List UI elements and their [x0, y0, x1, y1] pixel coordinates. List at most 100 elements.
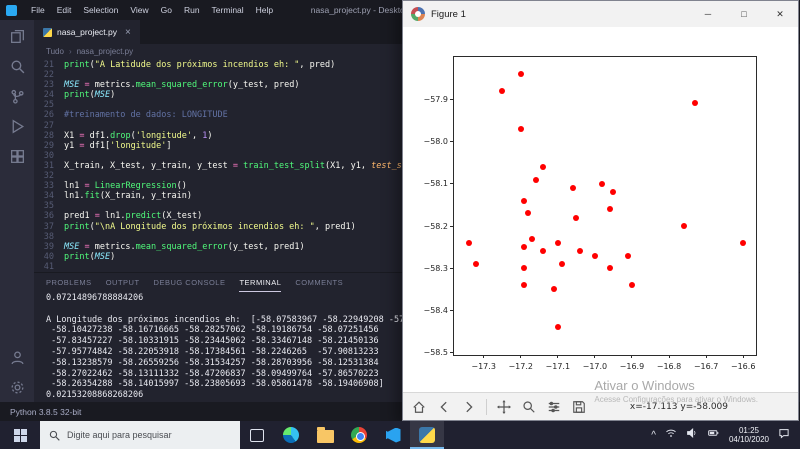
scatter-point	[499, 87, 506, 94]
chrome-button[interactable]	[342, 421, 376, 449]
task-view-button[interactable]	[240, 421, 274, 449]
y-tick-label: −57.9	[423, 94, 448, 104]
figure-title: Figure 1	[431, 8, 466, 20]
line-number: 40	[43, 251, 54, 262]
x-tick-label: −17.0	[582, 362, 608, 371]
line-number: 28	[43, 130, 54, 141]
line-number: 37	[43, 221, 54, 232]
line-number: 32	[43, 171, 54, 182]
scatter-point	[577, 248, 584, 255]
code-text: MSE = metrics.mean_squared_error(y_test,…	[64, 241, 305, 252]
line-number: 36	[43, 211, 54, 222]
explorer-icon[interactable]	[9, 28, 26, 45]
code-text: print("\nA Longitude dos próximos incend…	[64, 221, 356, 232]
file-explorer-button[interactable]	[308, 421, 342, 449]
panel-tab-problems[interactable]: PROBLEMS	[46, 273, 92, 292]
task-view-icon	[250, 428, 264, 442]
menu-help[interactable]: Help	[250, 0, 279, 20]
save-icon[interactable]	[571, 399, 587, 415]
pan-icon[interactable]	[496, 399, 512, 415]
y-tick-mark	[450, 267, 454, 269]
scatter-point	[473, 261, 480, 268]
back-icon[interactable]	[436, 399, 452, 415]
x-tick-label: −16.6	[730, 362, 756, 371]
breadcrumb-separator: ›	[68, 47, 72, 56]
close-button[interactable]: ✕	[762, 1, 798, 27]
y-tick-label: −58.0	[423, 137, 448, 146]
python-file-icon	[43, 27, 52, 37]
x-tick-label: −16.9	[619, 362, 645, 371]
menu-file[interactable]: File	[25, 0, 51, 20]
scatter-point	[606, 265, 613, 272]
forward-icon[interactable]	[461, 399, 477, 415]
vscode-logo-icon	[6, 4, 17, 16]
scatter-point	[554, 324, 561, 331]
y-tick-mark	[450, 141, 454, 142]
menu-view[interactable]: View	[124, 0, 154, 20]
volume-icon[interactable]	[686, 426, 698, 444]
account-icon[interactable]	[9, 349, 26, 366]
vscode-button[interactable]	[376, 421, 410, 449]
tab-label: nasa_project.py	[57, 27, 118, 37]
code-text: pred1 = ln1.predict(X_test)	[64, 211, 203, 222]
scatter-point	[628, 282, 635, 289]
scatter-point	[599, 180, 606, 187]
plot-area[interactable]: −17.3 −17.2 −17.1 −17.0 −16.9 −16.8 −16.7 −16.6…	[423, 56, 757, 371]
taskbar-search[interactable]: Digite aqui para pesquisar	[40, 421, 240, 449]
code-text: ln1.fit(X_train, y_train)	[64, 191, 192, 202]
tab-nasa-project[interactable]: nasa_project.py ×	[34, 20, 140, 44]
line-number: 24	[43, 90, 54, 101]
extensions-icon[interactable]	[9, 148, 26, 165]
panel-tab-terminal[interactable]: TERMINAL	[239, 273, 282, 292]
python-interpreter-status[interactable]: Python 3.8.5 32-bit	[10, 407, 81, 417]
figure-canvas: −17.3 −17.2 −17.1 −17.0 −16.9 −16.8 −16.7 −16.6…	[403, 27, 798, 392]
matplotlib-icon	[411, 7, 425, 21]
line-number: 29	[43, 140, 54, 151]
configure-subplots-icon[interactable]	[546, 399, 562, 415]
tray-chevron-up[interactable]: ^	[651, 430, 656, 441]
panel-tab-comments[interactable]: COMMENTS	[295, 273, 343, 292]
taskbar-clock[interactable]: 01:25 04/10/2020	[729, 426, 769, 445]
x-tick-label: −17.3	[471, 362, 496, 371]
system-tray: ^ 01:25 04/10/2020	[651, 421, 800, 449]
scatter-point	[573, 214, 580, 221]
minimize-button[interactable]: ─	[690, 1, 726, 27]
y-tick-mark	[450, 310, 454, 312]
x-tick-label: −16.8	[656, 362, 682, 371]
x-tick-mark	[631, 355, 633, 358]
cursor-coordinates: x=-17.113 y=-58.009	[629, 401, 728, 412]
python-app-icon	[419, 427, 435, 443]
python-figure-button[interactable]	[410, 421, 444, 449]
notification-center-icon[interactable]	[778, 426, 790, 444]
breadcrumb-item[interactable]: Tudo	[46, 47, 64, 56]
run-debug-icon[interactable]	[9, 118, 26, 135]
figure-title-bar[interactable]: Figure 1 ─ □ ✕	[403, 1, 798, 27]
menu-terminal[interactable]: Terminal	[206, 0, 250, 20]
start-button[interactable]	[0, 421, 40, 449]
network-icon[interactable]	[665, 426, 677, 444]
code-text: X1 = df1.drop('longitude', 1)	[64, 130, 213, 141]
line-number: 39	[43, 241, 54, 252]
home-icon[interactable]	[411, 399, 427, 415]
menu-go[interactable]: Go	[155, 0, 178, 20]
line-number: 26	[43, 110, 54, 121]
scatter-point	[740, 239, 747, 246]
menu-run[interactable]: Run	[178, 0, 206, 20]
settings-gear-icon[interactable]	[9, 379, 26, 396]
source-control-icon[interactable]	[9, 88, 26, 105]
x-tick-mark	[483, 355, 485, 358]
search-icon[interactable]	[9, 58, 26, 75]
breadcrumb-item[interactable]: nasa_project.py	[77, 47, 133, 56]
menu-selection[interactable]: Selection	[77, 0, 124, 20]
screen: File Edit Selection View Go Run Terminal Help n…	[0, 0, 800, 449]
tab-close-icon[interactable]: ×	[125, 27, 131, 38]
scatter-point	[532, 176, 539, 183]
edge-button[interactable]	[274, 421, 308, 449]
zoom-icon[interactable]	[521, 399, 537, 415]
menu-edit[interactable]: Edit	[51, 0, 78, 20]
panel-tab-output[interactable]: OUTPUT	[106, 273, 140, 292]
maximize-button[interactable]: □	[726, 1, 762, 27]
battery-icon[interactable]	[707, 426, 720, 444]
panel-tab-debug-console[interactable]: DEBUG CONSOLE	[154, 273, 226, 292]
line-number: 33	[43, 181, 54, 192]
